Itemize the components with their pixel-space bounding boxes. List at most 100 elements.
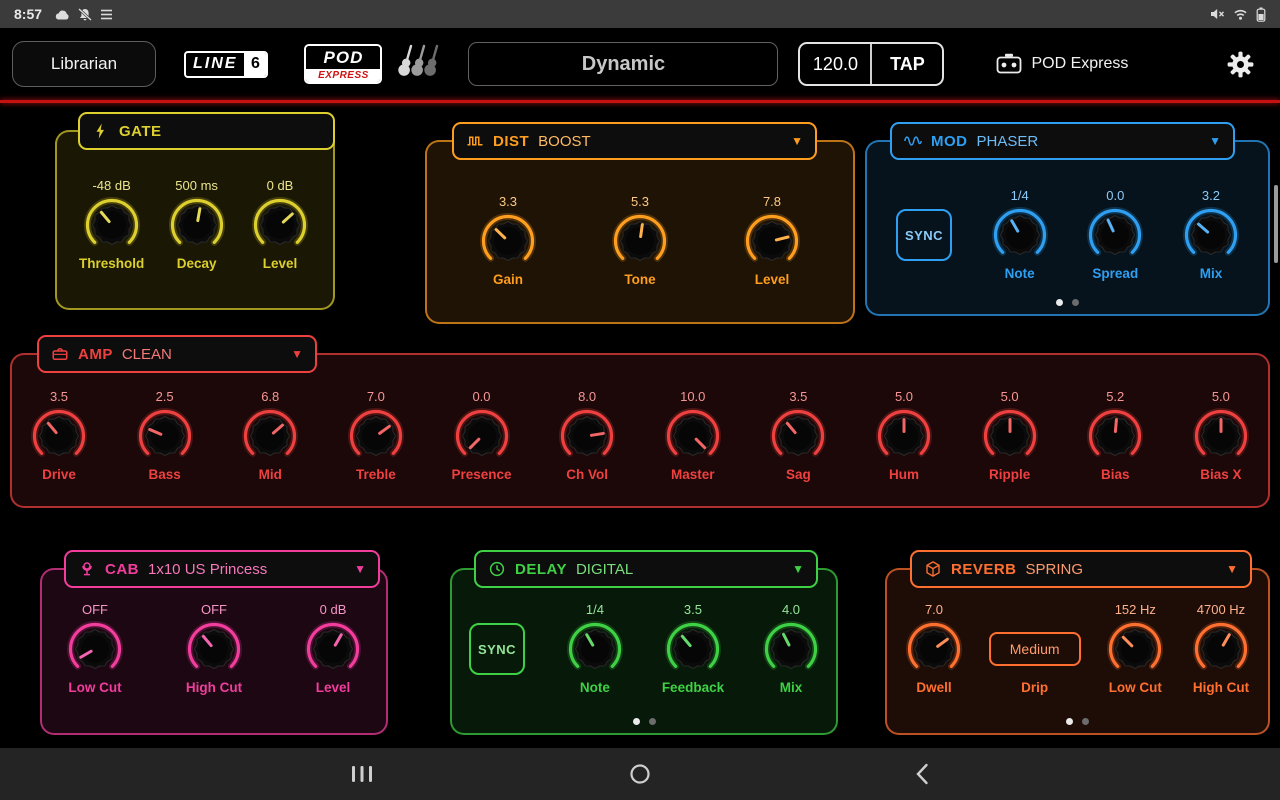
cab-header[interactable]: CAB1x10 US Princess▼ [64,550,380,588]
chevron-down-icon[interactable]: ▼ [291,347,303,361]
device-status[interactable]: POD Express [996,53,1128,75]
gate-knob-threshold-label: Threshold [79,256,144,274]
dist-knob-level[interactable] [744,213,800,269]
cab-knob-low-cut[interactable] [67,621,123,677]
mod-knob-spread[interactable] [1087,207,1143,263]
amp-knob-drive[interactable] [31,408,87,464]
pod-wordmark: POD [306,46,380,69]
delay-knob-feedback-unit: 3.5Feedback [662,602,724,698]
gate-knob-level-value: 0 dB [267,178,294,196]
amp-knob-presence-unit: 0.0Presence [451,389,513,485]
chevron-down-icon[interactable]: ▼ [1226,562,1238,576]
gate-header[interactable]: GATE [78,112,335,150]
clock: 8:57 [14,6,42,22]
amp-header[interactable]: AMPCLEAN▼ [37,335,317,373]
mod-sync-button[interactable]: SYNC [896,209,952,261]
reverb-knob-dwell-value: 7.0 [925,602,943,620]
reverb-type-label: REVERB [951,561,1017,578]
delay-icon [488,560,506,578]
reverb-knob-low-cut[interactable] [1107,621,1163,677]
dist-knob-level-unit: 7.8Level [741,194,803,290]
reverb-knob-high-cut[interactable] [1193,621,1249,677]
amp-knob-sag[interactable] [770,408,826,464]
cab-knob-level[interactable] [305,621,361,677]
amp-knob-mid-label: Mid [259,467,282,485]
delay-header[interactable]: DELAYDIGITAL▼ [474,550,818,588]
mod-page-dots[interactable] [867,299,1268,306]
reverb-page-dots[interactable] [887,718,1268,725]
preset-selector[interactable]: Dynamic [468,42,778,86]
reverb-knob-high-cut-unit: 4700 HzHigh Cut [1190,602,1252,698]
gate-knob-level[interactable] [252,197,308,253]
amp-knob-bias[interactable] [1087,408,1143,464]
tempo-control[interactable]: 120.0 TAP [798,42,944,86]
line6-digit: 6 [244,53,266,76]
effect-block-amp: AMPCLEAN▼3.5Drive2.5Bass6.8Mid7.0Treble0… [10,353,1270,508]
reverb-page-dot-2[interactable] [1082,718,1089,725]
mod-type-label: MOD [931,133,968,150]
amp-knob-bass[interactable] [137,408,193,464]
delay-knob-feedback[interactable] [665,621,721,677]
home-icon[interactable] [616,748,664,800]
gate-knob-threshold[interactable] [84,197,140,253]
gate-knob-threshold-value: -48 dB [92,178,130,196]
reverb-knob-dwell[interactable] [906,621,962,677]
delay-page-dot-1[interactable] [633,718,640,725]
delay-knob-mix[interactable] [763,621,819,677]
mod-knob-note-label: Note [1005,266,1035,284]
amp-knob-treble[interactable] [348,408,404,464]
amp-knob-mid[interactable] [242,408,298,464]
delay-sync-button[interactable]: SYNC [469,623,525,675]
red-divider [0,100,1280,103]
gate-controls: -48 dBThreshold500 msDecay0 dBLevel [57,178,333,274]
delay-page-dot-2[interactable] [649,718,656,725]
delay-knob-note[interactable] [567,621,623,677]
chevron-down-icon[interactable]: ▼ [1209,134,1221,148]
scrollbar-thumb[interactable] [1274,185,1278,263]
reverb-drip-select[interactable]: Medium [989,632,1081,666]
reverb-page-dot-1[interactable] [1066,718,1073,725]
guitars-icon[interactable] [398,43,452,85]
amp-knob-presence[interactable] [454,408,510,464]
mod-header[interactable]: MODPHASER▼ [890,122,1235,160]
mod-controls: SYNC1/4Note0.0Spread3.2Mix [867,188,1268,284]
gate-knob-decay-unit: 500 msDecay [166,178,228,274]
chevron-down-icon[interactable]: ▼ [791,134,803,148]
settings-gear-icon[interactable] [1225,49,1256,80]
mod-knob-mix-label: Mix [1200,266,1223,284]
cab-knob-high-cut[interactable] [186,621,242,677]
amp-knob-ch-vol[interactable] [559,408,615,464]
tap-button[interactable]: TAP [872,44,942,84]
dist-header[interactable]: DISTBOOST▼ [452,122,817,160]
status-bar: 8:57 [0,0,1280,28]
amp-knob-hum[interactable] [876,408,932,464]
recents-icon[interactable] [338,748,386,800]
mod-page-dot-2[interactable] [1072,299,1079,306]
dist-knob-gain-unit: 3.3Gain [477,194,539,290]
amp-knob-bass-value: 2.5 [156,389,174,407]
mod-knob-mix[interactable] [1183,207,1239,263]
reverb-header[interactable]: REVERBSPRING▼ [910,550,1252,588]
cab-knob-low-cut-unit: OFFLow Cut [64,602,126,698]
chevron-down-icon[interactable]: ▼ [354,562,366,576]
mod-knob-mix-unit: 3.2Mix [1180,188,1242,284]
dist-knob-tone-value: 5.3 [631,194,649,212]
chevron-down-icon[interactable]: ▼ [792,562,804,576]
cab-knob-low-cut-label: Low Cut [68,680,121,698]
amp-knob-ripple[interactable] [982,408,1038,464]
amp-knob-master[interactable] [665,408,721,464]
mod-knob-note[interactable] [992,207,1048,263]
delay-page-dots[interactable] [452,718,836,725]
dist-knob-tone[interactable] [612,213,668,269]
amp-knob-drive-label: Drive [42,467,76,485]
amp-knob-bias-x[interactable] [1193,408,1249,464]
amp-knob-bias-x-value: 5.0 [1212,389,1230,407]
wifi-icon [1233,8,1248,20]
back-icon[interactable] [898,748,946,800]
mod-page-dot-1[interactable] [1056,299,1063,306]
gate-knob-decay[interactable] [169,197,225,253]
amp-knob-master-label: Master [671,467,715,485]
dist-knob-gain[interactable] [480,213,536,269]
librarian-button[interactable]: Librarian [12,41,156,87]
bpm-value[interactable]: 120.0 [800,44,870,84]
